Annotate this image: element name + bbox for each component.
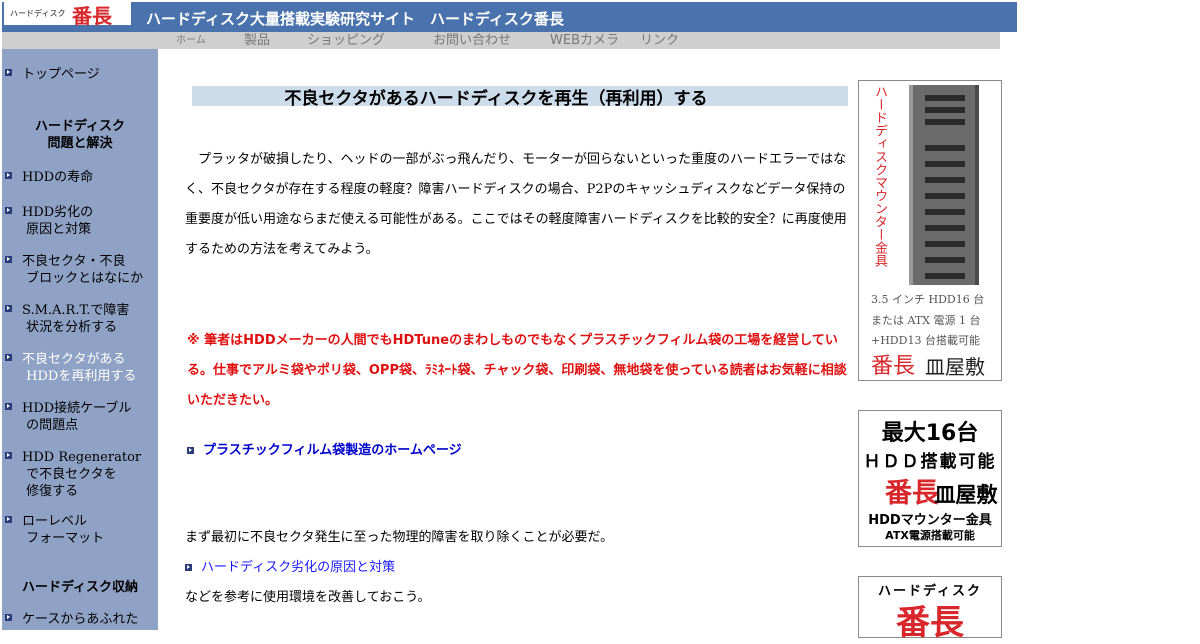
sidebar-item-label: HDDの寿命 <box>22 170 94 185</box>
hdd-tower-image <box>909 85 979 285</box>
sidebar-item-label: 不良セクタ・不良 ブロックとはなにか <box>22 254 144 286</box>
ad-banner-bancho[interactable]: ハードディスク 番長 <box>858 576 1002 643</box>
ad-text: ＨＤＤ搭載可能 <box>863 452 997 472</box>
nav-shopping[interactable]: ショッピング <box>307 32 385 49</box>
sidebar-item-label: トップページ <box>22 67 100 82</box>
bullet-icon <box>4 68 13 77</box>
nav-contact[interactable]: お問い合わせ <box>433 32 511 49</box>
sidebar-item-reuse-hdd[interactable]: 不良セクタがある HDDを再利用する <box>2 351 158 387</box>
sidebar-item-regenerator[interactable]: HDD Regenerator で不良セクタを 修復する <box>2 449 158 501</box>
nav-webcam[interactable]: WEBカメラ <box>550 32 619 49</box>
bullet-icon <box>4 451 13 460</box>
film-bag-homepage-link[interactable]: プラスチックフィルム袋製造のホームページ <box>187 439 462 458</box>
degradation-cause-link[interactable]: ハードディスク劣化の原因と対策 <box>185 556 395 575</box>
ad-brand-suffix: 皿屋敷 <box>925 355 985 379</box>
sidebar-item-hdd-life[interactable]: HDDの寿命 <box>2 169 158 187</box>
link-text: プラスチックフィルム袋製造のホームページ <box>203 443 462 458</box>
paragraph: まず最初に不良セクタ発生に至った物理的障害を取り除くことが必要だ。 <box>185 530 614 545</box>
bullet-icon <box>4 515 13 524</box>
ad-text: または ATX 電源 1 台 <box>871 314 981 327</box>
top-nav: ホーム 製品 ショッピング お問い合わせ WEBカメラ リンク <box>2 32 1000 49</box>
sidebar-item-cable[interactable]: HDD接続ケーブル の問題点 <box>2 400 158 436</box>
sidebar: トップページ ハードディスク 問題と解決 HDDの寿命 HDD劣化の 原因と対策… <box>2 49 158 630</box>
bullet-icon <box>4 613 13 622</box>
ad-text: +HDD13 台搭載可能 <box>871 334 980 347</box>
sidebar-item-label: 不良セクタがある HDDを再利用する <box>22 352 137 384</box>
logo-small-text: ハードディスク <box>10 9 66 18</box>
ad-brand-suffix: 皿屋敷 <box>934 482 998 507</box>
ad-banner-max16[interactable]: 最大16台 ＨＤＤ搭載可能 番長 皿屋敷 HDDマウンター金具 ATX電源搭載可… <box>858 410 1002 547</box>
nav-links[interactable]: リンク <box>640 32 679 49</box>
bullet-icon <box>4 304 13 313</box>
bullet-icon <box>4 206 13 215</box>
logo-brand-text: 番長 <box>72 4 112 28</box>
page-title: 不良セクタがあるハードディスクを再生（再利用）する <box>284 89 708 109</box>
site-title: ハードディスク大量搭載実験研究サイト ハードディスク番長 <box>146 10 564 28</box>
ad-banner-hdd-mounter[interactable]: ハードディスクマウンター金具 3.5 インチ HDD16 台 または ATX 電… <box>858 80 1002 381</box>
sidebar-item-label: ローレベル フォーマット <box>22 514 105 546</box>
sidebar-item-label: HDD接続ケーブル の問題点 <box>22 401 132 433</box>
sidebar-item-overflow[interactable]: ケースからあふれた <box>2 611 158 629</box>
sidebar-item-label: S.M.A.R.T.で障害 状況を分析する <box>22 303 130 335</box>
sidebar-item-smart[interactable]: S.M.A.R.T.で障害 状況を分析する <box>2 302 158 338</box>
site-logo[interactable]: ハードディスク 番長 <box>4 2 131 28</box>
bullet-icon <box>4 353 13 362</box>
bullet-icon <box>4 402 13 411</box>
ad-text: 最大16台 <box>881 421 979 446</box>
sidebar-item-hdd-degradation[interactable]: HDD劣化の 原因と対策 <box>2 204 158 240</box>
bullet-icon <box>185 564 192 571</box>
sidebar-item-low-level-format[interactable]: ローレベル フォーマット <box>2 513 158 549</box>
sidebar-item-top[interactable]: トップページ <box>2 66 158 84</box>
intro-paragraph: プラッタが破損したり、ヘッドの一部がぶっ飛んだり、モーターが回らないといった重度… <box>185 152 847 257</box>
sidebar-item-label: HDD Regenerator で不良セクタを 修復する <box>22 450 142 499</box>
nav-home[interactable]: ホーム <box>176 32 206 49</box>
ad-text: 3.5 インチ HDD16 台 <box>871 293 985 306</box>
nav-products[interactable]: 製品 <box>244 32 270 49</box>
sidebar-section-heading: ハードディスク 問題と解決 <box>34 119 126 151</box>
sidebar-item-bad-sectors[interactable]: 不良セクタ・不良 ブロックとはなにか <box>2 253 158 289</box>
notice-paragraph: ※ 筆者はHDDメーカーの人間でもHDTuneのまわしものでもなくプラスチックフ… <box>187 333 847 408</box>
ad-brand: 番長 <box>871 354 916 379</box>
bullet-icon <box>4 171 13 180</box>
ad-vertical-text: ハードディスクマウンター金具 <box>872 85 887 267</box>
paragraph: などを参考に使用環境を改善しておこう。 <box>185 590 431 605</box>
bullet-icon <box>4 255 13 264</box>
sidebar-section-heading-storage: ハードディスク収納 <box>21 580 139 595</box>
ad-text: ATX電源搭載可能 <box>885 529 975 542</box>
ad-text: HDDマウンター金具 <box>868 513 992 528</box>
bullet-icon <box>187 447 194 454</box>
ad-brand: 番長 <box>896 603 964 643</box>
link-text: ハードディスク劣化の原因と対策 <box>201 560 396 575</box>
sidebar-item-label: HDD劣化の 原因と対策 <box>22 205 94 237</box>
sidebar-item-label: ケースからあふれた <box>22 612 139 627</box>
